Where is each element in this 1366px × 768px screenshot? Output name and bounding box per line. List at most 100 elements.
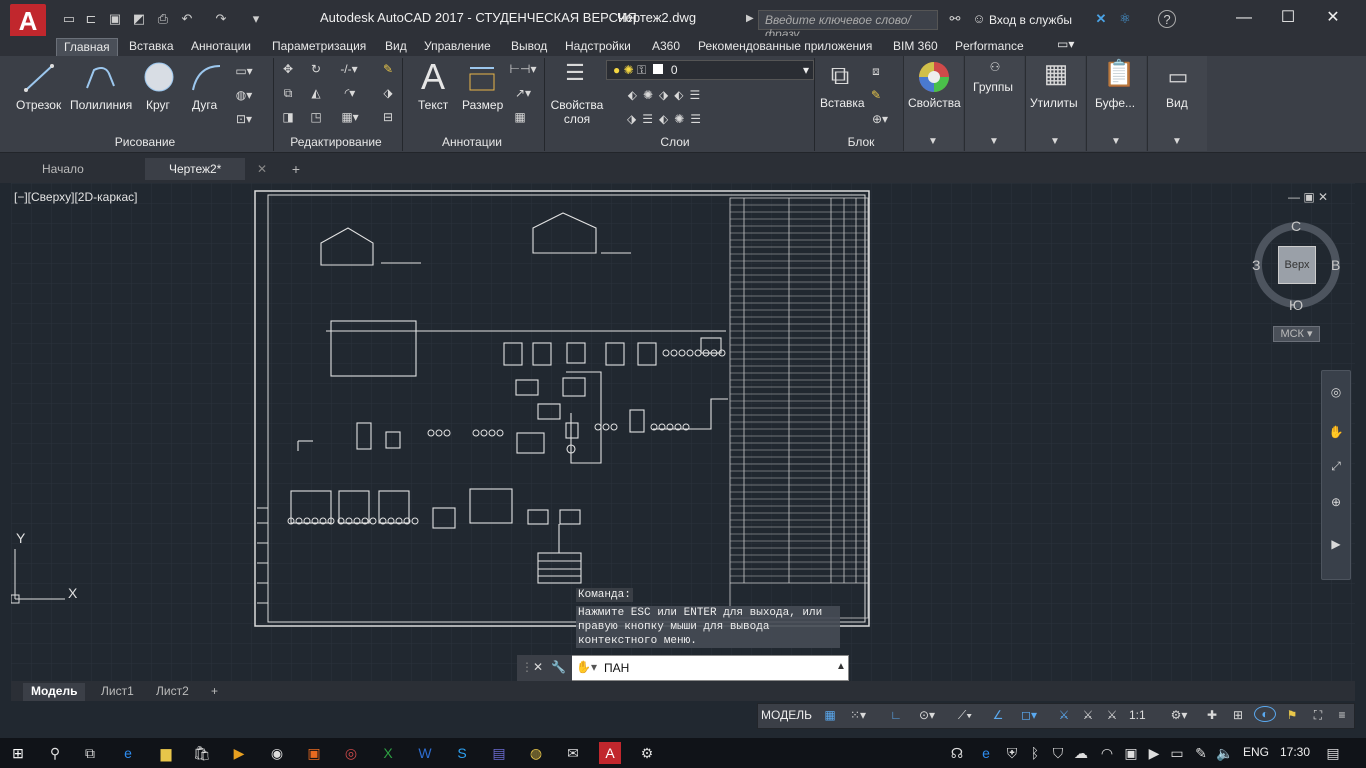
erase-icon[interactable]: ✎ xyxy=(378,62,398,76)
app-icon[interactable]: ◉ xyxy=(266,742,288,764)
explode-icon[interactable]: ⬗ xyxy=(378,86,398,100)
annotation-panel-title[interactable]: Аннотации xyxy=(432,135,512,149)
file-explorer-icon[interactable]: ▆ xyxy=(155,742,177,764)
scale-icon[interactable]: ◳ xyxy=(306,110,326,124)
autocad-taskbar-icon[interactable]: A xyxy=(599,742,621,764)
offset-icon[interactable]: ⊟ xyxy=(378,110,398,124)
orbit-icon[interactable]: ⊕ xyxy=(1326,495,1346,509)
viewport-controls[interactable]: [−][Сверху][2D-каркас] xyxy=(14,190,138,204)
security-icon[interactable]: ⛨ xyxy=(1001,742,1023,764)
viewcube-north[interactable]: С xyxy=(1291,218,1301,234)
user-icon[interactable]: ☺ xyxy=(968,10,990,28)
store-icon[interactable]: 🛍 xyxy=(191,742,213,764)
view-panel[interactable]: ▭ Вид ▼ xyxy=(1147,56,1207,151)
rectangle-icon[interactable]: ▭▾ xyxy=(232,64,256,78)
language-indicator[interactable]: ENG xyxy=(1243,745,1269,759)
redo-icon[interactable]: ↷ xyxy=(210,10,232,28)
viewcube-top-face[interactable]: Верх xyxy=(1278,246,1316,284)
customize-wrench-icon[interactable]: 🔧 xyxy=(551,660,566,674)
viewcube-east[interactable]: В xyxy=(1331,257,1340,273)
mirror-icon[interactable]: ◭ xyxy=(306,86,326,100)
create-block-icon[interactable]: ⧈ xyxy=(866,64,886,79)
new-layout-button[interactable]: + xyxy=(203,683,226,701)
annotation-scale-value[interactable]: 1:1 xyxy=(1129,708,1146,722)
isodraft-icon[interactable]: ⟋▾ xyxy=(948,708,982,723)
command-history-toggle-icon[interactable]: ▲ xyxy=(836,661,846,672)
leader-icon[interactable]: ↗▾ xyxy=(508,86,538,100)
circle-icon[interactable] xyxy=(143,61,175,93)
ortho-icon[interactable]: ∟ xyxy=(886,708,906,722)
boundary-icon[interactable]: ⊡▾ xyxy=(232,112,256,126)
command-input-text[interactable]: ПАН xyxy=(604,661,629,675)
onedrive-icon[interactable]: ☁ xyxy=(1070,742,1092,764)
application-menu-button[interactable]: A xyxy=(10,4,46,38)
rotate-icon[interactable]: ↻ xyxy=(306,62,326,76)
bluetooth-icon[interactable]: ᛒ xyxy=(1024,742,1046,764)
annotation-scale-icon[interactable]: ⚔ xyxy=(1102,708,1122,722)
tab-performance[interactable]: Performance xyxy=(948,38,1031,56)
app-icon[interactable]: ⚙ xyxy=(636,742,658,764)
stretch-icon[interactable]: ◨ xyxy=(278,110,298,124)
network-icon[interactable]: ▣ xyxy=(1120,742,1142,764)
pan-hand-icon[interactable]: ✋▾ xyxy=(576,660,597,674)
dimension-icon[interactable] xyxy=(467,62,497,94)
clock[interactable]: 17:30 xyxy=(1280,745,1310,759)
insert-block-button[interactable]: Вставка xyxy=(820,96,865,110)
steering-wheel-icon[interactable]: ◎ xyxy=(1326,385,1346,399)
layer-properties-button[interactable]: Свойства слоя xyxy=(550,98,604,126)
tab-start[interactable]: Начало xyxy=(18,158,108,180)
close-command-icon[interactable]: ✕ xyxy=(531,660,545,674)
clipboard-panel[interactable]: 📋 Буфе... ▼ xyxy=(1086,56,1146,151)
tray-app-icon[interactable]: ▶ xyxy=(1143,742,1165,764)
mail-icon[interactable]: ✉ xyxy=(562,742,584,764)
wifi-icon[interactable]: ◠ xyxy=(1096,742,1118,764)
autodesk-app-icon[interactable]: ⚛ xyxy=(1114,10,1136,28)
model-space-button[interactable]: МОДЕЛЬ xyxy=(761,708,812,722)
word-icon[interactable]: W xyxy=(414,742,436,764)
ribbon-toggle-icon[interactable]: ▭▾ xyxy=(1050,36,1081,54)
minimize-icon[interactable]: — xyxy=(1222,6,1266,30)
sign-in-button[interactable]: Вход в службы xyxy=(989,13,1072,27)
viewcube-south[interactable]: Ю xyxy=(1289,297,1303,313)
annotation-visibility-icon[interactable]: ⚔ xyxy=(1054,708,1074,722)
annotation-monitor-icon[interactable]: ✚ xyxy=(1202,708,1222,722)
pan-icon[interactable]: ✋ xyxy=(1326,425,1346,439)
close-icon[interactable]: ✕ xyxy=(1311,6,1355,30)
action-center-icon[interactable]: ▤ xyxy=(1322,742,1344,764)
workspace-gear-icon[interactable]: ⚙▾ xyxy=(1162,708,1196,722)
search-input[interactable]: Введите ключевое слово/фразу xyxy=(758,10,938,41)
layers-panel-title[interactable]: Слои xyxy=(650,135,700,149)
polar-tracking-icon[interactable]: ⊙▾ xyxy=(910,708,944,722)
properties-panel[interactable]: Свойства ▼ xyxy=(903,56,963,151)
hardware-acceleration-icon[interactable]: ⚑ xyxy=(1282,708,1302,722)
tray-app-icon[interactable]: e xyxy=(975,742,997,764)
fillet-icon[interactable]: ◜▾ xyxy=(336,86,364,100)
layer-dropdown[interactable]: ● ✺ ⚿ 0 ▾ xyxy=(606,60,814,80)
tab-a360[interactable]: A360 xyxy=(645,38,687,56)
tab-model[interactable]: Модель xyxy=(23,683,86,701)
save-icon[interactable]: ▣ xyxy=(104,10,126,28)
polyline-button[interactable]: Полилиния xyxy=(70,98,132,112)
open-file-icon[interactable]: ⊏ xyxy=(80,10,102,28)
battery-icon[interactable]: ▭ xyxy=(1166,742,1188,764)
insert-block-icon[interactable]: ⧉ xyxy=(822,60,858,92)
maximize-icon[interactable]: ☐ xyxy=(1266,6,1310,30)
exchange-icon[interactable]: ✕ xyxy=(1090,10,1112,28)
array-icon[interactable]: ▦▾ xyxy=(336,110,364,124)
app-icon[interactable]: ◎ xyxy=(340,742,362,764)
viewcube-west[interactable]: З xyxy=(1252,257,1260,273)
chrome-icon[interactable]: ◍ xyxy=(525,742,547,764)
arc-button[interactable]: Дуга xyxy=(192,98,217,112)
tab-home[interactable]: Главная xyxy=(56,38,118,56)
tab-layout1[interactable]: Лист1 xyxy=(93,683,142,701)
object-snap-tracking-icon[interactable]: ∠ xyxy=(988,708,1008,722)
new-tab-button[interactable]: + xyxy=(287,160,305,178)
tab-insert[interactable]: Вставка xyxy=(122,38,181,56)
task-view-icon[interactable]: ⧉ xyxy=(79,742,101,764)
modify-panel-title[interactable]: Редактирование xyxy=(286,135,386,149)
tab-addins[interactable]: Надстройки xyxy=(558,38,638,56)
circle-button[interactable]: Круг xyxy=(146,98,170,112)
tab-featured-apps[interactable]: Рекомендованные приложения xyxy=(691,38,879,56)
print-icon[interactable]: ⎙ xyxy=(152,10,174,28)
grid-icon[interactable]: ▦ xyxy=(820,708,840,722)
